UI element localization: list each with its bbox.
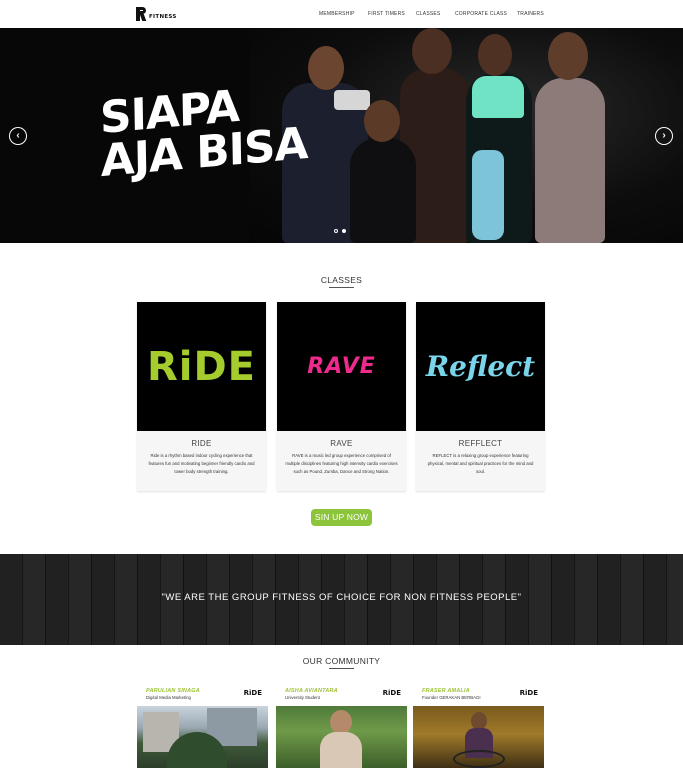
hero-figure-head <box>364 100 400 142</box>
rave-logo: RAVE <box>307 354 376 379</box>
ride-badge: RiDE <box>243 689 262 697</box>
class-card-ride[interactable]: RiDE RIDE Ride is a rhythm based indoor … <box>137 302 266 491</box>
member-name: AISHA AVIANTARA <box>285 688 338 694</box>
spin-bike <box>472 150 504 240</box>
sign-up-button[interactable]: SIN UP NOW <box>311 509 372 526</box>
ride-logo-image: RiDE <box>137 302 266 431</box>
ride-logo: RiDE <box>146 343 257 390</box>
chevron-right-icon[interactable]: › <box>655 127 673 145</box>
member-name: PARULIAN SINAGA <box>146 688 200 694</box>
site-header: FITNESS MEMBERSHIP FIRST TIMERS CLASSES … <box>0 0 683 28</box>
hero-figure-top <box>472 76 524 118</box>
class-name: REFFLECT <box>458 439 503 448</box>
brand-name: FITNESS <box>149 14 177 20</box>
member-photo <box>276 706 407 768</box>
mission-quote: "WE ARE THE GROUP FITNESS OF CHOICE FOR … <box>161 592 522 603</box>
hero-figure-top <box>334 90 370 110</box>
community-title: OUR COMMUNITY <box>302 656 381 666</box>
member-photo <box>137 706 268 768</box>
classes-title: CLASSES <box>320 275 363 285</box>
hero-figure <box>350 138 416 243</box>
title-divider <box>329 668 354 669</box>
class-card-reflect[interactable]: Reflect REFFLECT REFLECT is a relaxing g… <box>416 302 545 491</box>
title-divider <box>329 287 354 288</box>
reflect-logo: Reflect <box>425 350 536 383</box>
brand-logo[interactable]: FITNESS <box>136 7 177 21</box>
member-photo <box>413 706 544 768</box>
community-card[interactable]: PARULIAN SINAGA Digital Media Marketing … <box>137 684 268 768</box>
hero-figure-head <box>478 34 512 76</box>
class-description: REFLECT is a relaxing group experience f… <box>427 453 534 474</box>
community-card[interactable]: FRASER AMALIA Founder GERAKAN BERBAGI Ri… <box>413 684 544 768</box>
slide-dot-2[interactable] <box>342 229 346 233</box>
community-card[interactable]: AISHA AVIANTARA University Student RiDE <box>276 684 407 768</box>
rave-logo-image: RAVE <box>277 302 406 431</box>
class-description: RAVE is a music led group experience com… <box>285 453 398 474</box>
ride-badge: RiDE <box>382 689 401 697</box>
slide-dot-1[interactable] <box>334 229 338 233</box>
ride-badge: RiDE <box>519 689 538 697</box>
class-description: Ride is a rhythm based indoor cycling ex… <box>148 453 255 474</box>
hero-figure <box>535 78 605 243</box>
member-role: Digital Media Marketing <box>146 695 191 700</box>
hero-figure-head <box>308 46 344 90</box>
nav-first-timers[interactable]: FIRST TIMERS <box>368 11 405 17</box>
reflect-logo-image: Reflect <box>416 302 545 431</box>
nav-membership[interactable]: MEMBERSHIP <box>319 11 355 17</box>
nav-corporate-class[interactable]: CORPORATE CLASS <box>455 11 507 17</box>
member-role: University Student <box>285 695 320 700</box>
class-card-rave[interactable]: RAVE RAVE RAVE is a music led group expe… <box>277 302 406 491</box>
hero-figure-head <box>412 28 452 74</box>
member-name: FRASER AMALIA <box>422 688 470 694</box>
class-name: RIDE <box>191 439 212 448</box>
hero-figure-head <box>548 32 588 80</box>
chevron-left-icon[interactable]: ‹ <box>9 127 27 145</box>
logo-mark-icon <box>136 7 147 21</box>
hero-headline: SIAPA AJA BISA <box>99 80 308 188</box>
nav-classes[interactable]: CLASSES <box>416 11 440 17</box>
member-role: Founder GERAKAN BERBAGI <box>422 695 481 700</box>
nav-trainers[interactable]: TRAINERS <box>517 11 544 17</box>
class-name: RAVE <box>330 439 353 448</box>
hero-slider: SIAPA AJA BISA ‹ › <box>0 28 683 243</box>
